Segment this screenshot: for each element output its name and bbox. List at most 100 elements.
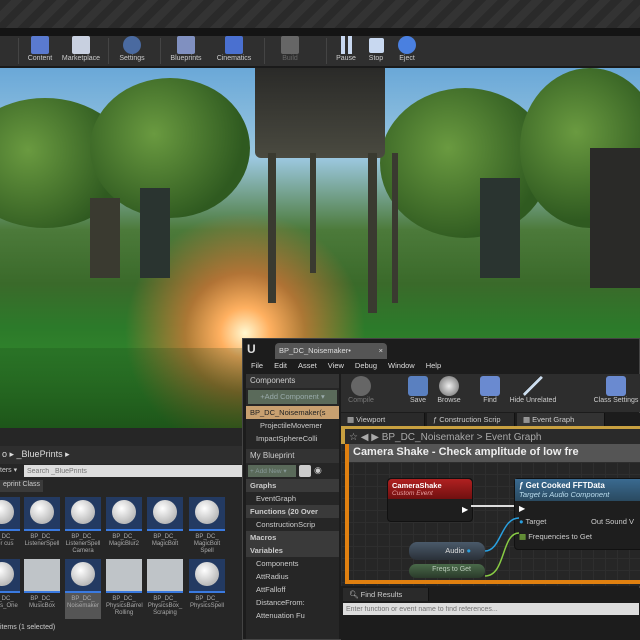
list-item[interactable]: DistanceFrom: [246, 596, 339, 609]
label: Cinematics [216, 55, 252, 62]
menu-debug[interactable]: Debug [355, 361, 377, 370]
asset-tile[interactable]: BP_DC_ ener cus [0, 497, 20, 557]
asset-label: BP_DC_ ving ls_One [0, 596, 18, 609]
menu-asset[interactable]: Asset [298, 361, 317, 370]
browse-button[interactable]: Browse [433, 374, 465, 404]
cinematics-button[interactable]: Cinematics [212, 36, 256, 66]
label: Settings [119, 55, 145, 62]
close-icon[interactable]: × [379, 346, 383, 355]
menu-file[interactable]: File [251, 361, 263, 370]
menu-edit[interactable]: Edit [274, 361, 287, 370]
tower-leg [310, 153, 316, 273]
asset-tile[interactable]: BP_DC_ Noisemaker [65, 559, 101, 619]
asset-label: BP_DC_ PhysicsBox_ Scraping [147, 596, 183, 616]
list-item[interactable]: ConstructionScrip [246, 518, 339, 531]
eye-icon[interactable]: ◉ [314, 465, 328, 477]
breadcrumb-item[interactable]: o [2, 449, 7, 459]
search-input[interactable] [24, 465, 242, 477]
document-tab[interactable]: BP_DC_Noisemaker• × [275, 343, 387, 359]
asset-label: BP_DC_ PhysicsSpell [189, 596, 224, 609]
filter-chip[interactable]: eprint Class [0, 480, 43, 492]
settings-icon [123, 36, 141, 54]
divider [108, 38, 109, 64]
build-button[interactable]: Build [268, 36, 312, 66]
asset-tile[interactable]: BP_DC_ ListenerSpell [24, 497, 60, 557]
asset-tile[interactable]: BP_DC_ MagicBlur2 [106, 497, 142, 557]
filters-button[interactable]: ters ▾ [0, 466, 17, 474]
asset-thumbnail [24, 497, 60, 531]
tab-construction-script[interactable]: ƒ Construction Scrip [427, 413, 515, 426]
marketplace-button[interactable]: Marketplace [58, 36, 104, 66]
asset-label: BP_DC_ MagicBolt Spell [193, 534, 221, 554]
tree-trunk [90, 198, 120, 278]
breadcrumb-item[interactable]: _BluePrints [17, 449, 63, 459]
component-item[interactable]: BP_DC_Noisemaker(s [246, 406, 339, 419]
settings-button[interactable]: Settings [110, 36, 154, 66]
menu-bar [0, 28, 640, 36]
asset-tile[interactable]: BP_DC_ PhysicsBarrel Rolling [106, 559, 143, 619]
add-new-button[interactable]: + Add New ▾ [248, 465, 296, 477]
tab-viewport[interactable]: ▦ Viewport [341, 413, 425, 426]
asset-thumbnail [65, 497, 101, 531]
section-header[interactable]: Functions (20 Over [246, 505, 339, 518]
tab-find-results[interactable]: 🔍︎ Find Results [343, 588, 429, 601]
asset-thumbnail [24, 559, 60, 593]
marketplace-icon [72, 36, 90, 54]
tower-leg [368, 153, 377, 313]
list-item[interactable]: EventGraph [246, 492, 339, 505]
list-item[interactable]: AttFalloff [246, 583, 339, 596]
label: Stop [368, 55, 384, 62]
section-header[interactable]: Graphs [246, 479, 339, 492]
content-button[interactable]: Content [18, 36, 62, 66]
menu-view[interactable]: View [328, 361, 344, 370]
blueprints-button[interactable]: Blueprints [164, 36, 208, 66]
list-item[interactable]: Components [246, 557, 339, 570]
asset-tile[interactable]: BP_DC_ ListenerSpell Camera [65, 497, 101, 557]
asset-tile[interactable]: BP_DC_ PhysicsSpell [189, 559, 225, 619]
asset-tile[interactable]: BP_DC_ MusicBox [24, 559, 60, 619]
tab-event-graph[interactable]: ▦ Event Graph [517, 413, 605, 426]
hide-unrelated-button[interactable]: Hide Unrelated [507, 374, 559, 404]
divider [264, 38, 265, 64]
content-icon [31, 36, 49, 54]
list-item[interactable]: Attenuation Fu [246, 609, 339, 622]
components-header: Components [246, 374, 339, 388]
asset-tile[interactable]: BP_DC_ ving ls_One [0, 559, 20, 619]
event-graph-canvas[interactable]: ☆ ◀ ▶ BP_DC_Noisemaker > Event Graph Cam… [341, 426, 640, 586]
asset-thumbnail [0, 559, 20, 593]
blueprint-editor-window: U BP_DC_Noisemaker• × File Edit Asset View D… [242, 338, 640, 640]
my-blueprint-header: My Blueprint [246, 449, 339, 463]
asset-label: BP_DC_ MagicBolt [151, 534, 179, 547]
asset-thumbnail [147, 559, 183, 593]
compile-icon [351, 376, 371, 396]
section-header[interactable]: Macros [246, 531, 339, 544]
menu-window[interactable]: Window [388, 361, 415, 370]
label: Content [27, 55, 53, 62]
find-input[interactable] [343, 603, 639, 615]
save-icon [408, 376, 428, 396]
compile-button[interactable]: Compile [341, 374, 381, 404]
menu-help[interactable]: Help [426, 361, 441, 370]
label: Marketplace [61, 55, 101, 62]
stop-icon [368, 38, 384, 53]
status-text: items (1 selected) [0, 624, 56, 631]
asset-thumbnail [106, 497, 142, 531]
unreal-logo-icon: U [247, 342, 256, 356]
component-item[interactable]: ProjectileMovemer [246, 419, 339, 432]
list-item[interactable]: AttRadius [246, 570, 339, 583]
search-icon[interactable] [299, 465, 311, 477]
section-header[interactable]: Variables [246, 544, 339, 557]
save-button[interactable]: Save [403, 374, 433, 404]
asset-label: BP_DC_ MusicBox [28, 596, 55, 609]
tower-leg [392, 153, 398, 303]
pause-icon [337, 36, 355, 54]
asset-tile[interactable]: BP_DC_ MagicBolt Spell [189, 497, 225, 557]
find-button[interactable]: Find [475, 374, 505, 404]
asset-tile[interactable]: BP_DC_ MagicBolt [147, 497, 183, 557]
component-item[interactable]: ImpactSphereColli [246, 432, 339, 445]
eject-button[interactable]: Eject [385, 36, 429, 66]
magnifier-icon [439, 376, 459, 396]
class-settings-button[interactable]: Class Settings [591, 374, 640, 404]
add-component-button[interactable]: +Add Component ▾ [248, 390, 337, 404]
asset-tile[interactable]: BP_DC_ PhysicsBox_ Scraping [147, 559, 183, 619]
